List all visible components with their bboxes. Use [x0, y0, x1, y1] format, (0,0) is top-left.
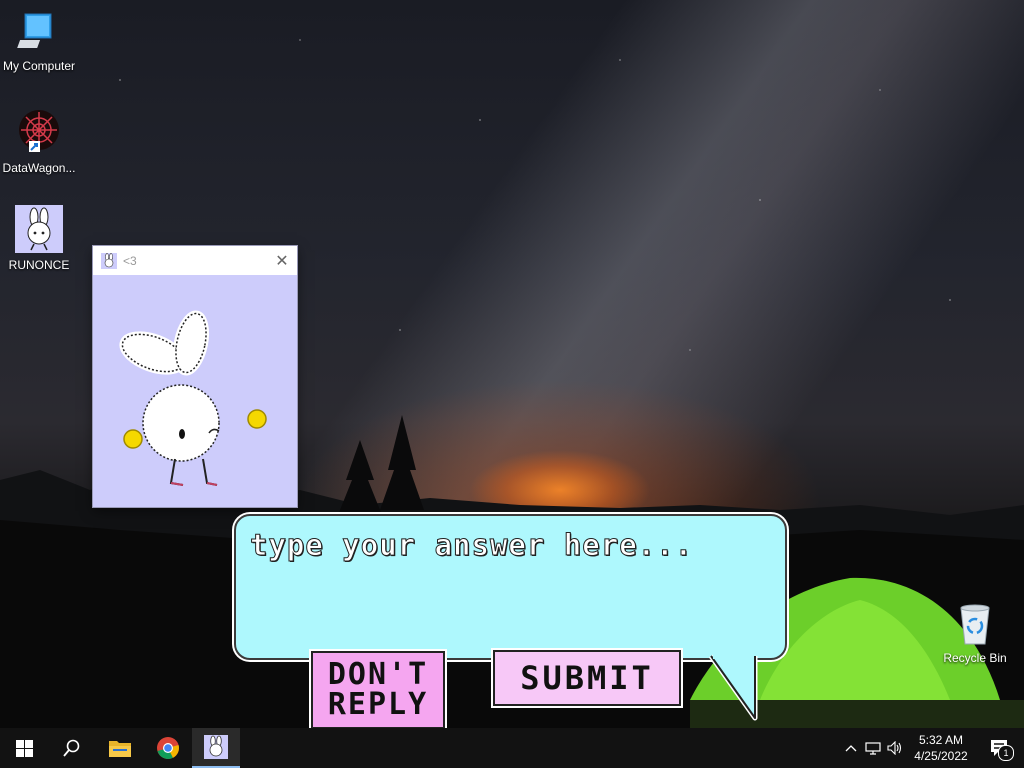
desktop-icon-label: DataWagon... — [2, 161, 76, 175]
network-button[interactable] — [862, 728, 884, 768]
window-title: <3 — [123, 253, 137, 268]
speech-bubble-tail — [708, 652, 758, 721]
desktop-icon-label: Recycle Bin — [943, 651, 1007, 665]
bunny-app-icon — [204, 735, 228, 759]
bunny-window: <3 ✕ — [93, 246, 297, 507]
clock[interactable]: 5:32 AM 4/25/2022 — [906, 732, 976, 764]
chrome-button[interactable] — [144, 728, 192, 768]
windows-start-icon — [15, 739, 33, 757]
monitor-icon — [17, 13, 52, 48]
datawagon-shortcut-icon[interactable]: DataWagon... — [0, 108, 78, 175]
desktop-icon-label: My Computer — [2, 59, 76, 73]
bunny-icon — [15, 205, 63, 253]
notification-count-badge: 1 — [998, 745, 1014, 761]
submit-label: SUBMIT — [520, 659, 654, 697]
desktop-icon-label: RUNONCE — [8, 258, 70, 272]
answer-input-box[interactable]: type your answer here... — [234, 514, 787, 660]
recycle-bin-graphic-icon — [960, 604, 990, 645]
answer-placeholder[interactable]: type your answer here... — [249, 528, 693, 563]
runonce-icon[interactable]: RUNONCE — [0, 205, 78, 272]
volume-button[interactable] — [884, 728, 906, 768]
clock-date: 4/25/2022 — [914, 749, 968, 763]
dont-reply-label-line1: DON'T — [327, 657, 429, 692]
my-computer-icon[interactable]: My Computer — [0, 10, 78, 73]
chevron-up-icon — [845, 745, 857, 752]
dont-reply-button[interactable]: DON'T REPLY — [311, 651, 445, 729]
speaker-icon — [887, 741, 902, 755]
system-tray: 5:32 AM 4/25/2022 1 — [840, 728, 1024, 768]
close-button[interactable]: ✕ — [267, 246, 297, 275]
search-button[interactable] — [48, 728, 96, 768]
dont-reply-label-line2: REPLY — [327, 687, 429, 722]
clock-time: 5:32 AM — [918, 733, 964, 747]
network-icon — [865, 742, 881, 755]
action-center-button[interactable]: 1 — [976, 728, 1024, 768]
show-hidden-icons-button[interactable] — [840, 728, 862, 768]
recycle-bin-icon[interactable]: Recycle Bin — [936, 602, 1014, 665]
start-button[interactable] — [0, 728, 48, 768]
file-explorer-button[interactable] — [96, 728, 144, 768]
submit-button[interactable]: SUBMIT — [493, 650, 681, 706]
datawagon-logo-icon — [19, 110, 59, 152]
bunny-app-icon — [101, 252, 117, 269]
file-explorer-icon — [109, 741, 131, 757]
search-icon — [63, 739, 80, 757]
bunny-character-image — [119, 310, 267, 486]
chrome-icon — [157, 737, 179, 759]
taskbar: 5:32 AM 4/25/2022 1 — [0, 728, 1024, 768]
bunny-app-taskbar-button[interactable] — [192, 728, 240, 768]
window-title-bar[interactable]: <3 ✕ — [93, 246, 297, 275]
